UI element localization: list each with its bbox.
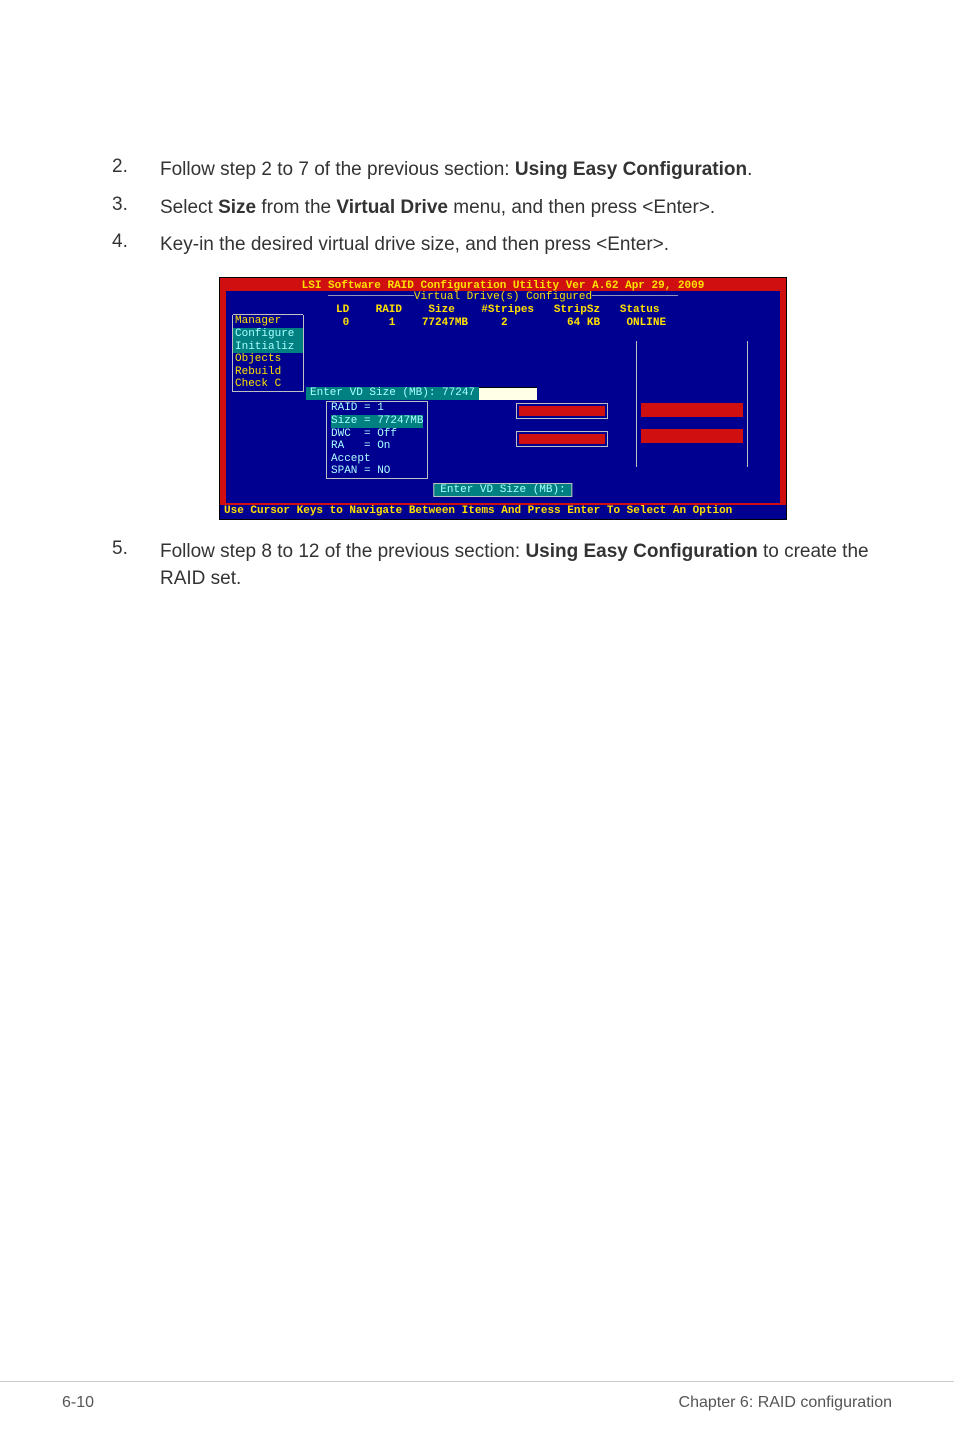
enter-vd-size-label: Enter VD Size (MB): 77247 — [306, 387, 479, 400]
vd-prop-span[interactable]: SPAN = NO — [331, 465, 423, 478]
bios-screenshot: LSI Software RAID Configuration Utility … — [219, 277, 787, 520]
step-2-post: . — [747, 159, 752, 180]
step-5-text: Follow step 8 to 12 of the previous sect… — [160, 538, 894, 593]
menu-manager[interactable]: Manager — [233, 314, 303, 328]
step-3-text: Select Size from the Virtual Drive menu,… — [160, 194, 894, 222]
drive-bar-1 — [516, 403, 608, 419]
step-2-bold: Using Easy Configuration — [515, 159, 747, 180]
chapter-title: Chapter 6: RAID configuration — [679, 1394, 892, 1412]
vd-prop-size[interactable]: Size = 77247MB — [331, 415, 423, 428]
step-5-pre: Follow step 8 to 12 of the previous sect… — [160, 541, 525, 562]
enter-vd-size-status: Enter VD Size (MB): — [433, 483, 572, 498]
step-3-number: 3. — [112, 194, 160, 222]
utility-title: LSI Software RAID Configuration Utility … — [220, 278, 786, 293]
utility-footer-hint: Use Cursor Keys to Navigate Between Item… — [220, 505, 786, 519]
page-number: 6-10 — [62, 1394, 94, 1412]
step-3-post: menu, and then press <Enter>. — [448, 197, 715, 218]
right-bar-1 — [641, 403, 743, 417]
vd-prop-ra[interactable]: RA = On — [331, 440, 423, 453]
menu-initialize[interactable]: Initializ — [233, 341, 303, 354]
step-5-number: 5. — [112, 538, 160, 593]
menu-check[interactable]: Check C — [233, 378, 303, 391]
right-bar-2 — [641, 429, 743, 443]
step-2-pre: Follow step 2 to 7 of the previous secti… — [160, 159, 515, 180]
vd-columns-header: LD RAID Size #Stripes StripSz Status — [228, 304, 778, 317]
step-3-pre: Select — [160, 197, 218, 218]
vd-columns-row: 0 1 77247MB 2 64 KB ONLINE — [228, 317, 778, 330]
step-3-mid: from the — [256, 197, 336, 218]
right-drive-column — [636, 341, 748, 467]
step-3-bold1: Size — [218, 197, 256, 218]
step-4-text: Key-in the desired virtual drive size, a… — [160, 231, 894, 259]
vd-prop-raid: RAID = 1 — [331, 402, 423, 415]
step-3-bold2: Virtual Drive — [336, 197, 448, 218]
menu-rebuild[interactable]: Rebuild — [233, 366, 303, 379]
center-drive-bars — [516, 341, 608, 447]
menu-configure[interactable]: Configure — [233, 328, 303, 341]
menu-objects[interactable]: Objects — [233, 353, 303, 366]
step-4-number: 4. — [112, 231, 160, 259]
vd-header-label: Virtual Drive(s) Configured — [414, 291, 592, 303]
vd-configured-header: ─────────────Virtual Drive(s) Configured… — [228, 291, 778, 304]
step-2-text: Follow step 2 to 7 of the previous secti… — [160, 156, 894, 184]
step-2-number: 2. — [112, 156, 160, 184]
drive-bar-2 — [516, 431, 608, 447]
page-footer: 6-10 Chapter 6: RAID configuration — [0, 1381, 954, 1438]
step-5-bold: Using Easy Configuration — [525, 541, 757, 562]
vd-properties-box: RAID = 1 Size = 77247MB DWC = Off RA = O… — [326, 401, 428, 479]
side-menu: Manager Configure Initializ Objects Rebu… — [232, 315, 304, 392]
vd-prop-accept[interactable]: Accept — [331, 453, 423, 466]
vd-prop-dwc[interactable]: DWC = Off — [331, 428, 423, 441]
